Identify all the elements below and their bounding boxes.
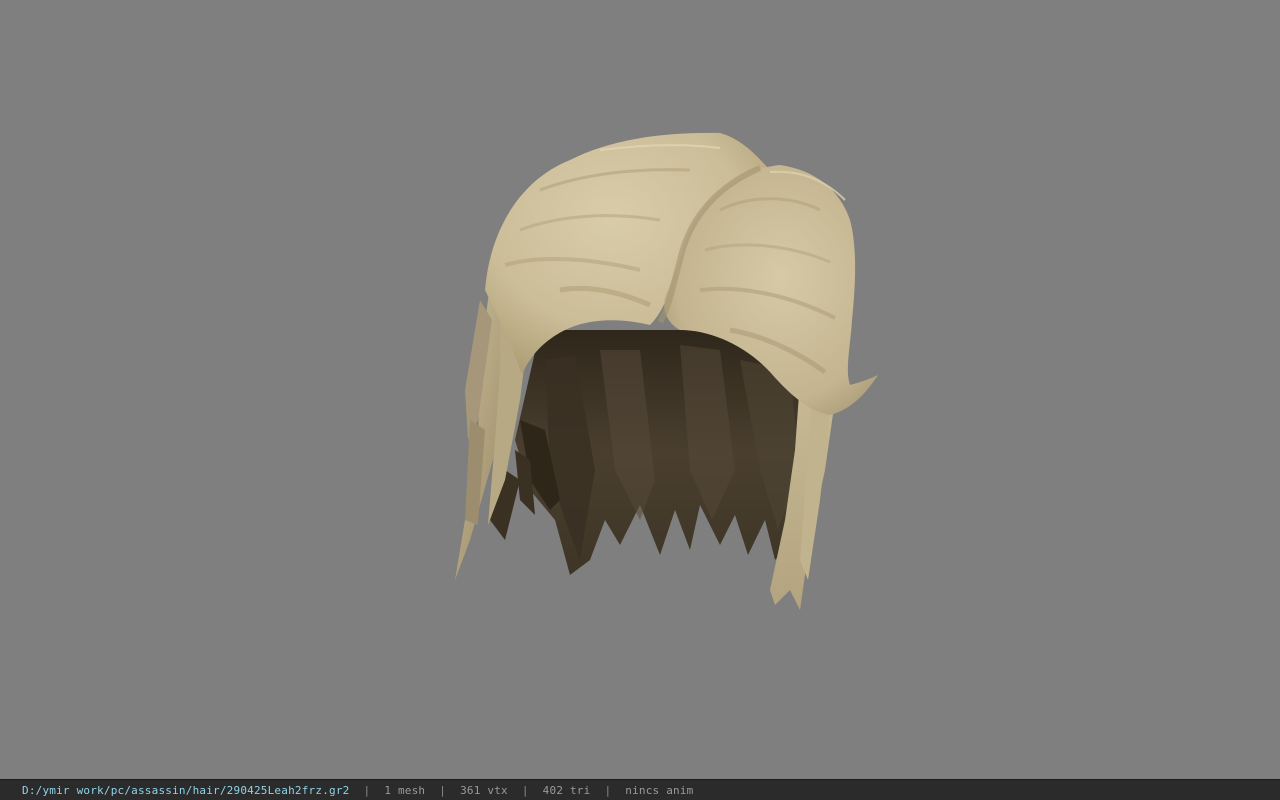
hair-model-render bbox=[455, 132, 878, 610]
animation-status: nincs anim bbox=[625, 783, 694, 797]
status-separator: | bbox=[439, 783, 447, 797]
status-separator: | bbox=[363, 783, 371, 797]
status-separator: | bbox=[604, 783, 612, 797]
status-bar: D:/ymir work/pc/assassin/hair/290425Leah… bbox=[0, 779, 1280, 800]
3d-viewport[interactable] bbox=[0, 0, 1280, 779]
status-separator: | bbox=[521, 783, 529, 797]
inner-dark-strands bbox=[490, 330, 805, 575]
file-path: D:/ymir work/pc/assassin/hair/290425Leah… bbox=[22, 783, 350, 797]
triangle-count: 402 tri bbox=[542, 783, 591, 797]
vertex-count: 361 vtx bbox=[460, 783, 508, 797]
mesh-count: 1 mesh bbox=[384, 783, 426, 797]
